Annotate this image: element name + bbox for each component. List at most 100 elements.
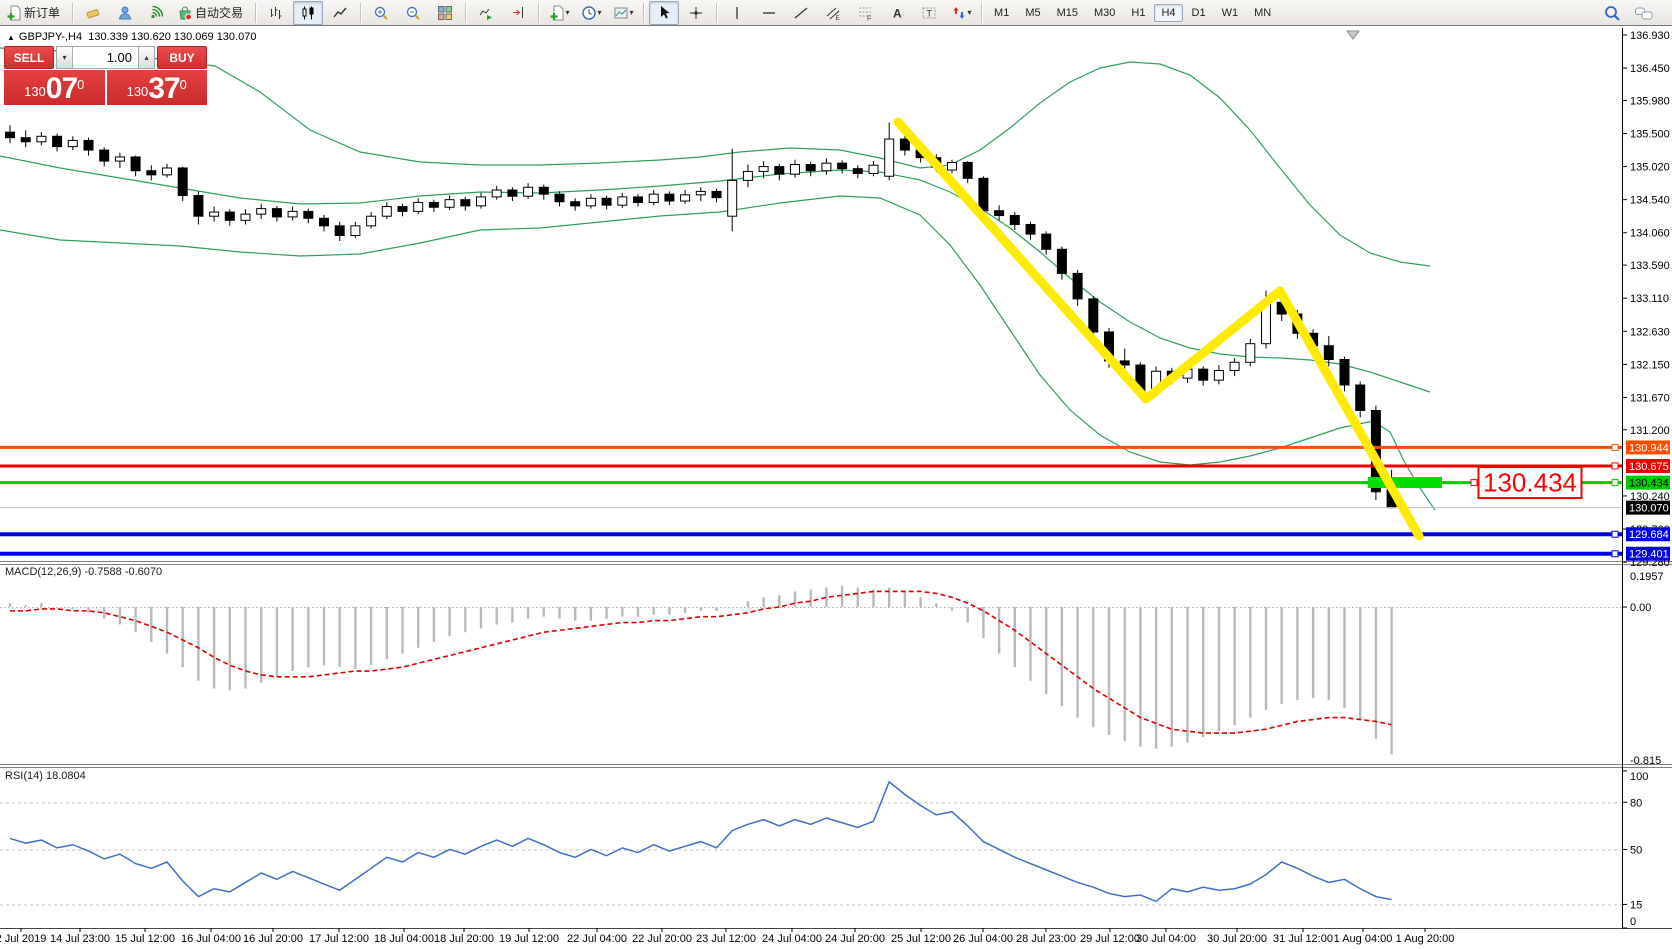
chat-button[interactable]: [1629, 1, 1659, 25]
candlestick: [743, 171, 752, 180]
price-tick-label: 134.060: [1630, 228, 1670, 240]
separator: [72, 3, 73, 23]
candlestick: [775, 167, 784, 175]
signal-icon: [149, 5, 165, 21]
volume-decrease-button[interactable]: ▾: [56, 46, 73, 69]
sell-button[interactable]: SELL: [4, 46, 54, 69]
periods-button[interactable]: ▾: [576, 1, 606, 25]
candlestick: [649, 194, 658, 202]
candlestick: [712, 191, 721, 197]
timeframe-button-D1[interactable]: D1: [1185, 4, 1213, 22]
zoom-out-button[interactable]: [398, 1, 428, 25]
price-tick-label: 136.930: [1630, 30, 1670, 42]
vertical-line-icon: [729, 5, 745, 21]
bid-price[interactable]: 130070: [4, 70, 105, 105]
time-tick-label: 19 Jul 12:00: [499, 933, 559, 945]
candlestick: [492, 190, 501, 197]
macd-axis-max: 0.1957: [1630, 571, 1664, 583]
horizontal-line-tool-button[interactable]: [754, 1, 784, 25]
time-tick-label: 30 Jul 04:00: [1136, 933, 1196, 945]
ask-price[interactable]: 130370: [107, 70, 208, 105]
level-price-chip-label: 129.684: [1629, 529, 1669, 541]
fibonacci-tool-button[interactable]: F: [850, 1, 880, 25]
candlestick: [1042, 234, 1051, 249]
horizontal-line-icon: [761, 5, 777, 21]
rsi-indicator-label: RSI(14) 18.0804: [5, 770, 86, 782]
candlestick: [84, 140, 93, 150]
separator: [643, 3, 644, 23]
separator: [360, 3, 361, 23]
time-tick-label: 31 Jul 12:00: [1273, 933, 1333, 945]
bar-chart-mode-button[interactable]: [261, 1, 291, 25]
chevron-down-icon: ▾: [566, 8, 570, 17]
candlestick: [100, 150, 109, 161]
candlestick: [398, 207, 407, 212]
time-tick-label: 18 Jul 20:00: [434, 933, 494, 945]
signals-button[interactable]: [142, 1, 172, 25]
collapse-panel-icon[interactable]: ▲: [7, 33, 15, 42]
vertical-line-tool-button[interactable]: [722, 1, 752, 25]
new-chart-button[interactable]: ▾: [544, 1, 574, 25]
channel-tool-button[interactable]: E: [818, 1, 848, 25]
level-line-handle: [1612, 480, 1618, 486]
templates-button[interactable]: ▾: [608, 1, 638, 25]
timeframe-button-H1[interactable]: H1: [1124, 4, 1152, 22]
auto-scroll-button[interactable]: [471, 1, 501, 25]
current-price-chip-label: 130.070: [1629, 503, 1669, 515]
search-button[interactable]: [1597, 1, 1627, 25]
candlestick: [147, 171, 156, 175]
volume-input[interactable]: [73, 46, 138, 69]
cursor-button[interactable]: [649, 1, 679, 25]
community-button[interactable]: [110, 1, 140, 25]
new-chart-icon: [549, 5, 565, 21]
timeframe-button-H4[interactable]: H4: [1154, 4, 1182, 22]
timeframe-button-MN[interactable]: MN: [1247, 4, 1278, 22]
chart-shift-icon: [510, 5, 526, 21]
candlestick: [335, 226, 344, 236]
buy-button[interactable]: BUY: [157, 46, 207, 69]
candlestick: [838, 163, 847, 169]
text-label-tool-button[interactable]: T: [914, 1, 944, 25]
candlestick: [853, 169, 862, 174]
text-tool-button[interactable]: A: [882, 1, 912, 25]
tile-windows-button[interactable]: [430, 1, 460, 25]
zoom-out-icon: [405, 5, 421, 21]
timeframe-button-M30[interactable]: M30: [1087, 4, 1122, 22]
arrows-icon: [951, 5, 967, 21]
arrows-tool-button[interactable]: ▾: [946, 1, 976, 25]
timeframe-button-M1[interactable]: M1: [987, 4, 1016, 22]
candlestick: [586, 198, 595, 206]
candlestick: [382, 207, 391, 217]
candlestick-mode-button[interactable]: [293, 1, 323, 25]
price-tick-label: 131.670: [1630, 392, 1670, 404]
timeframe-button-M5[interactable]: M5: [1018, 4, 1047, 22]
candlestick: [414, 202, 423, 211]
chevron-down-icon: ▾: [598, 8, 602, 17]
price-tick-label: 132.630: [1630, 326, 1670, 338]
cursor-icon: [656, 5, 672, 21]
candlestick: [225, 212, 234, 220]
trendline-tool-button[interactable]: [786, 1, 816, 25]
eraser-button[interactable]: [78, 1, 108, 25]
line-chart-mode-button[interactable]: [325, 1, 355, 25]
level-price-chip-label: 130.944: [1629, 442, 1669, 454]
ask-sup: 0: [180, 70, 187, 100]
auto-trading-button[interactable]: 自动交易: [174, 1, 250, 25]
crosshair-button[interactable]: [681, 1, 711, 25]
candlestick: [1214, 371, 1223, 381]
zoom-in-button[interactable]: [366, 1, 396, 25]
chart-shift-button[interactable]: [503, 1, 533, 25]
svg-text:A: A: [893, 6, 902, 20]
candlestick: [367, 216, 376, 226]
new-order-button[interactable]: 新订单: [3, 1, 67, 25]
candlestick: [524, 187, 533, 196]
time-tick-label: 17 Jul 12:00: [309, 933, 369, 945]
candlestick: [1010, 216, 1019, 225]
volume-increase-button[interactable]: ▴: [138, 46, 155, 69]
time-tick-label: 25 Jul 12:00: [891, 933, 951, 945]
time-tick-label: 30 Jul 20:00: [1207, 933, 1267, 945]
price-tick-label: 133.110: [1630, 293, 1669, 305]
chart-canvas[interactable]: 136.930136.450135.980135.500135.020134.5…: [0, 27, 1672, 949]
timeframe-button-M15[interactable]: M15: [1050, 4, 1085, 22]
timeframe-button-W1[interactable]: W1: [1215, 4, 1246, 22]
